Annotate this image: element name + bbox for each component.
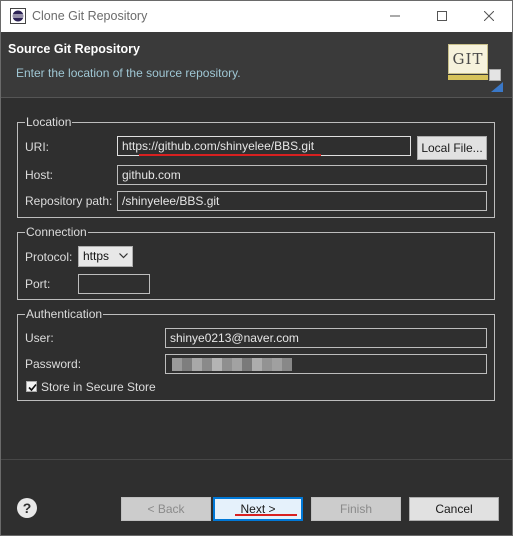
protocol-value: https [83, 249, 110, 263]
password-input[interactable] [165, 354, 487, 374]
git-logo-text: GIT [448, 44, 488, 74]
check-icon [28, 383, 37, 392]
local-file-button[interactable]: Local File... [417, 136, 487, 160]
annotation-underline [139, 154, 321, 156]
user-input[interactable]: shinye0213@naver.com [165, 328, 487, 348]
title-bar[interactable]: Clone Git Repository [1, 1, 512, 32]
port-input[interactable] [78, 274, 150, 294]
user-label: User: [25, 331, 54, 345]
maximize-button[interactable] [419, 1, 465, 32]
port-label: Port: [25, 277, 51, 291]
eclipse-icon [10, 8, 26, 24]
authentication-group-label: Authentication [25, 307, 104, 321]
chevron-down-icon [119, 253, 128, 259]
git-logo-icon: GIT [445, 39, 505, 94]
host-input[interactable]: github.com [117, 165, 487, 185]
minimize-button[interactable] [372, 1, 418, 32]
store-secure-checkbox[interactable] [26, 381, 37, 392]
minimize-icon [390, 15, 400, 17]
close-icon [484, 11, 494, 21]
annotation-underline-next [235, 514, 297, 516]
page-description: Enter the location of the source reposit… [16, 66, 241, 80]
cancel-button[interactable]: Cancel [409, 497, 499, 521]
repository-path-label: Repository path: [25, 194, 113, 208]
host-label: Host: [25, 168, 54, 182]
repository-path-input[interactable]: /shinyelee/BBS.git [117, 191, 487, 211]
page-title: Source Git Repository [8, 42, 140, 56]
protocol-label: Protocol: [25, 250, 73, 264]
store-secure-label: Store in Secure Store [41, 380, 156, 394]
blurred-password [172, 358, 292, 371]
password-label: Password: [25, 357, 82, 371]
close-button[interactable] [466, 1, 512, 32]
next-button[interactable]: Next > [213, 497, 303, 521]
protocol-select[interactable]: https [78, 246, 133, 267]
back-button[interactable]: < Back [121, 497, 211, 521]
location-group-label: Location [25, 115, 73, 129]
window-title: Clone Git Repository [32, 9, 148, 23]
wizard-banner: Source Git Repository Enter the location… [1, 32, 512, 98]
connection-group-label: Connection [25, 225, 88, 239]
uri-input[interactable]: https://github.com/shinyelee/BBS.git [117, 136, 411, 156]
finish-button[interactable]: Finish [311, 497, 401, 521]
footer-divider [1, 459, 512, 460]
maximize-icon [437, 11, 447, 21]
clone-git-repository-dialog: Clone Git Repository Source Git Reposito… [0, 0, 513, 536]
uri-label: URI: [25, 140, 49, 154]
help-icon[interactable]: ? [17, 498, 37, 518]
